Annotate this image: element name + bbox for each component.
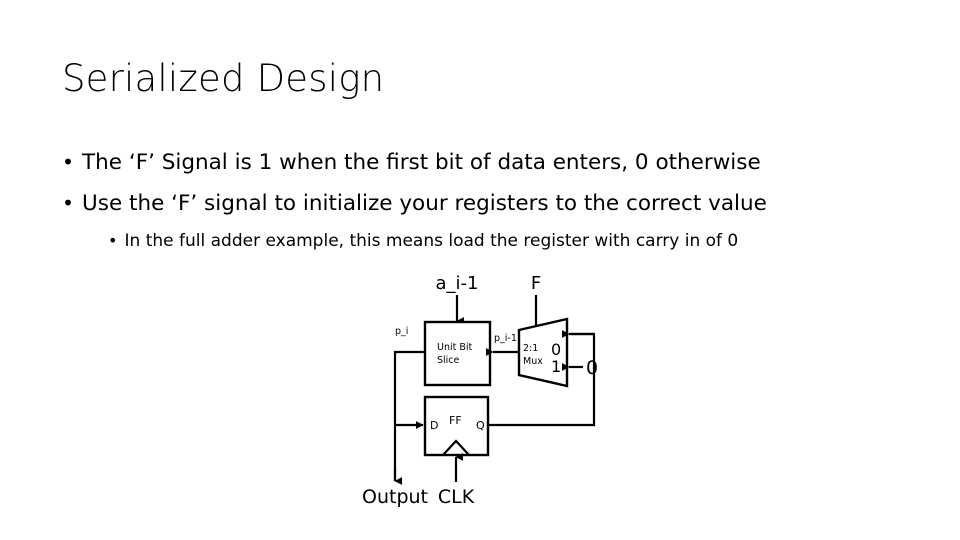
clock-label: CLK	[438, 486, 475, 508]
list-item: • Use the ‘F’ signal to initialize your …	[62, 183, 912, 224]
slide-canvas: Serialized Design • The ‘F’ Signal is 1 …	[0, 0, 960, 540]
input-p-label: p_i	[395, 326, 408, 337]
constant-zero-label: 0	[586, 357, 598, 379]
bullet-marker-icon: •	[62, 191, 75, 215]
unit-bit-slice-label-line2: Slice	[437, 355, 460, 366]
unit-bit-slice-label-line1: Unit Bit	[437, 342, 473, 353]
bullet-list: • The ‘F’ Signal is 1 when the first bit…	[62, 142, 912, 258]
list-item-text: In the full adder example, this means lo…	[124, 231, 739, 251]
flip-flop-block	[423, 395, 490, 457]
input-f-label: F	[531, 273, 541, 294]
mux-port-0-label: 0	[551, 340, 561, 359]
feedback-wire	[488, 330, 596, 427]
p-i-wire-bus	[393, 350, 425, 485]
bullet-marker-icon: •	[108, 231, 118, 250]
list-item-sub: • In the full adder example, this means …	[62, 224, 912, 258]
mux-label-line2: Mux	[523, 356, 543, 367]
input-a-label: a_i-1	[436, 273, 479, 294]
list-item: • The ‘F’ Signal is 1 when the first bit…	[62, 142, 912, 183]
ff-d-port-label: D	[430, 419, 438, 432]
mux-block	[517, 317, 569, 388]
ff-q-port-label: Q	[476, 419, 485, 432]
mux-label-line1: 2:1	[523, 343, 538, 354]
ff-name-label: FF	[449, 414, 462, 427]
list-item-text: The ‘F’ Signal is 1 when the first bit o…	[82, 150, 761, 175]
bullet-marker-icon: •	[62, 150, 75, 174]
output-label: Output	[362, 486, 428, 508]
mux-output-label: p_i-1	[494, 333, 517, 344]
unit-bit-slice-block	[423, 320, 492, 387]
list-item-text: Use the ‘F’ signal to initialize your re…	[82, 191, 767, 216]
page-title: Serialized Design	[62, 57, 385, 100]
mux-port-1-label: 1	[551, 357, 561, 376]
clock-triangle-icon	[442, 439, 470, 456]
